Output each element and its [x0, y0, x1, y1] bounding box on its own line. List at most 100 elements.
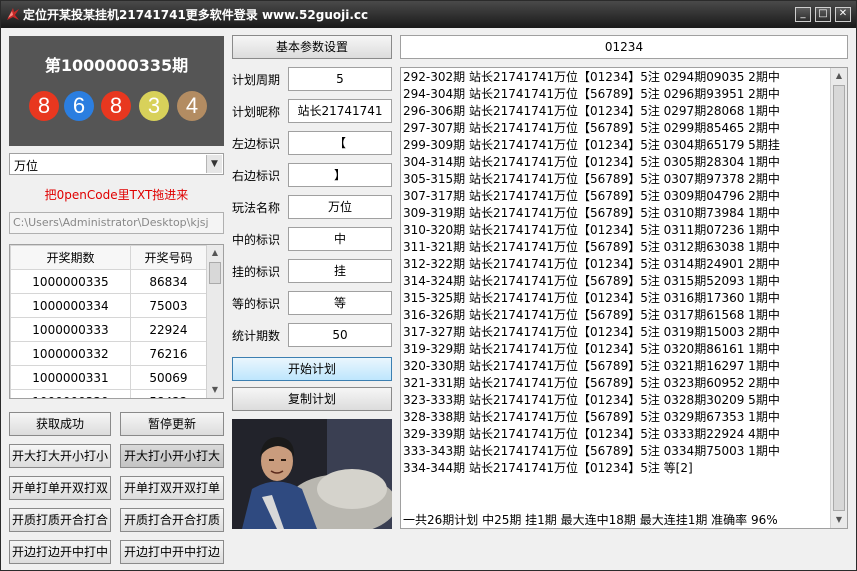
edge-middle-button[interactable]: 开边打边开中打中: [9, 540, 111, 564]
log-line: 315-325期 站长21741741万位【01234】5注 0316期1736…: [403, 291, 780, 305]
prime-composite-button[interactable]: 开质打质开合打合: [9, 508, 111, 532]
scroll-thumb[interactable]: [209, 262, 221, 284]
plan-log-lines: 292-302期 站长21741741万位【01234】5注 0294期0903…: [403, 69, 831, 477]
log-line: 328-338期 站长21741741万位【56789】5注 0329期6735…: [403, 410, 780, 424]
left-marker-input[interactable]: 【: [288, 131, 392, 155]
plan-nickname-input[interactable]: 站长21741741: [288, 99, 392, 123]
prime-composite-reverse-button[interactable]: 开质打合开合打质: [120, 508, 224, 532]
table-header-row: 开奖期数 开奖号码: [10, 245, 208, 270]
position-select[interactable]: 万位 ▼: [9, 153, 224, 175]
result-ball: 3: [139, 91, 169, 121]
param-label: 等的标识: [232, 297, 281, 311]
log-line: 307-317期 站长21741741万位【56789】5注 0309期0479…: [403, 189, 780, 203]
person-photo: [232, 419, 392, 529]
log-line: 321-331期 站长21741741万位【56789】5注 0323期6095…: [403, 376, 780, 390]
log-line: 329-339期 站长21741741万位【01234】5注 0333期2292…: [403, 427, 780, 441]
pause-update-button[interactable]: 暂停更新: [120, 412, 224, 436]
param-label: 挂的标识: [232, 265, 281, 279]
plan-log-textarea[interactable]: 292-302期 站长21741741万位【01234】5注 0294期0903…: [400, 67, 848, 529]
log-line: 309-319期 站长21741741万位【56789】5注 0310期7398…: [403, 206, 780, 220]
cell-number: 22924: [129, 317, 208, 342]
table-row[interactable]: 100000033058422: [10, 389, 208, 398]
log-line: 310-320期 站长21741741万位【01234】5注 0311期0723…: [403, 223, 780, 237]
table-row[interactable]: 1000000334 75003: [10, 293, 208, 318]
history-scrollbar[interactable]: ▲ ▼: [206, 245, 223, 398]
right-marker-input[interactable]: 】: [288, 163, 392, 187]
big-small-reverse-button[interactable]: 开大打小开小打大: [120, 444, 224, 468]
param-label: 计划周期: [232, 73, 281, 87]
plan-summary: 一共26期计划 中25期 挂1期 最大连中18期 最大连挂1期 准确率 96%: [403, 513, 778, 527]
log-line: 294-304期 站长21741741万位【56789】5注 0296期9395…: [403, 87, 780, 101]
log-line: 311-321期 站长21741741万位【56789】5注 0312期6303…: [403, 240, 780, 254]
odd-even-button[interactable]: 开单打单开双打双: [9, 476, 111, 500]
log-line: 314-324期 站长21741741万位【56789】5注 0315期5209…: [403, 274, 780, 288]
cell-issue: 1000000332: [10, 341, 131, 366]
param-label: 玩法名称: [232, 201, 281, 215]
cell-number: 50069: [129, 365, 208, 390]
fetch-success-button[interactable]: 获取成功: [9, 412, 111, 436]
result-ball: 6: [64, 91, 94, 121]
basic-settings-button[interactable]: 基本参数设置: [232, 35, 392, 59]
table-row[interactable]: 1000000333 22924: [10, 317, 208, 342]
stat-count-input[interactable]: 50: [288, 323, 392, 347]
chevron-down-icon[interactable]: ▼: [206, 155, 222, 173]
cell-issue: 1000000331: [10, 365, 131, 390]
play-name-input[interactable]: 万位: [288, 195, 392, 219]
history-table[interactable]: 开奖期数 开奖号码 1000000335 86834 1000000334 7500…: [9, 244, 224, 399]
log-line: 316-326期 站长21741741万位【56789】5注 0317期6156…: [403, 308, 780, 322]
param-label: 右边标识: [232, 169, 281, 183]
start-plan-button[interactable]: 开始计划: [232, 357, 392, 381]
column-header-number[interactable]: 开奖号码: [129, 245, 208, 270]
log-line: 323-333期 站长21741741万位【01234】5注 0328期3020…: [403, 393, 780, 407]
miss-marker-input[interactable]: 挂: [288, 259, 392, 283]
table-row[interactable]: 1000000332 76216: [10, 341, 208, 366]
cell-number: 76216: [129, 341, 208, 366]
app-window: 定位开某投某挂机21741741更多软件登录 www.52guoji.cc _ …: [0, 0, 857, 571]
edge-middle-reverse-button[interactable]: 开边打中开中打边: [120, 540, 224, 564]
numbers-input[interactable]: 01234: [400, 35, 848, 59]
scroll-thumb[interactable]: [833, 85, 845, 511]
copy-plan-button[interactable]: 复制计划: [232, 387, 392, 411]
drag-hint-text: 把0penCode里TXT拖进来: [44, 188, 189, 202]
wait-marker-input[interactable]: 等: [288, 291, 392, 315]
scroll-up-icon[interactable]: ▲: [831, 68, 847, 84]
app-logo-icon: [7, 8, 19, 20]
scroll-down-icon[interactable]: ▼: [831, 512, 847, 528]
log-line: 299-309期 站长21741741万位【01234】5注 0304期6517…: [403, 138, 780, 152]
minimize-button[interactable]: _: [795, 7, 811, 22]
cell-issue: 1000000335: [10, 269, 131, 294]
cell-number: 58422: [129, 389, 208, 398]
title-bar[interactable]: 定位开某投某挂机21741741更多软件登录 www.52guoji.cc _ …: [1, 1, 856, 28]
close-button[interactable]: ✕: [835, 7, 851, 22]
result-ball: 8: [101, 91, 131, 121]
param-label: 计划昵称: [232, 105, 281, 119]
log-line: 333-343期 站长21741741万位【56789】5注 0334期7500…: [403, 444, 780, 458]
scroll-down-icon[interactable]: ▼: [207, 382, 223, 398]
table-row[interactable]: 1000000335 86834: [10, 269, 208, 294]
result-ball: 4: [177, 91, 207, 121]
window-title: 定位开某投某挂机21741741更多软件登录 www.52guoji.cc: [23, 8, 369, 22]
log-line: 296-306期 站长21741741万位【01234】5注 0297期2806…: [403, 104, 780, 118]
result-ball: 8: [29, 91, 59, 121]
file-path-input[interactable]: C:\Users\Administrator\Desktop\kjsj: [9, 212, 224, 234]
cell-issue: 1000000330: [10, 389, 131, 398]
table-row[interactable]: 1000000331 50069: [10, 365, 208, 390]
scroll-up-icon[interactable]: ▲: [207, 245, 223, 261]
person-image-icon: [232, 419, 392, 529]
maximize-button[interactable]: □: [815, 7, 831, 22]
log-scrollbar[interactable]: ▲ ▼: [830, 68, 847, 528]
lottery-result-panel: 第1000000335期 8 6 8 3 4: [9, 36, 224, 146]
log-line: 312-322期 站长21741741万位【01234】5注 0314期2490…: [403, 257, 780, 271]
column-header-issue[interactable]: 开奖期数: [10, 245, 131, 270]
log-line: 304-314期 站长21741741万位【01234】5注 0305期2830…: [403, 155, 780, 169]
log-line: 320-330期 站长21741741万位【56789】5注 0321期1629…: [403, 359, 780, 373]
cell-issue: 1000000333: [10, 317, 131, 342]
log-line: 305-315期 站长21741741万位【56789】5注 0307期9737…: [403, 172, 780, 186]
hit-marker-input[interactable]: 中: [288, 227, 392, 251]
param-label: 统计期数: [232, 329, 281, 343]
big-small-button[interactable]: 开大打大开小打小: [9, 444, 111, 468]
position-select-value: 万位: [14, 159, 39, 173]
log-line: 297-307期 站长21741741万位【56789】5注 0299期8546…: [403, 121, 780, 135]
odd-even-reverse-button[interactable]: 开单打双开双打单: [120, 476, 224, 500]
plan-cycle-input[interactable]: 5: [288, 67, 392, 91]
